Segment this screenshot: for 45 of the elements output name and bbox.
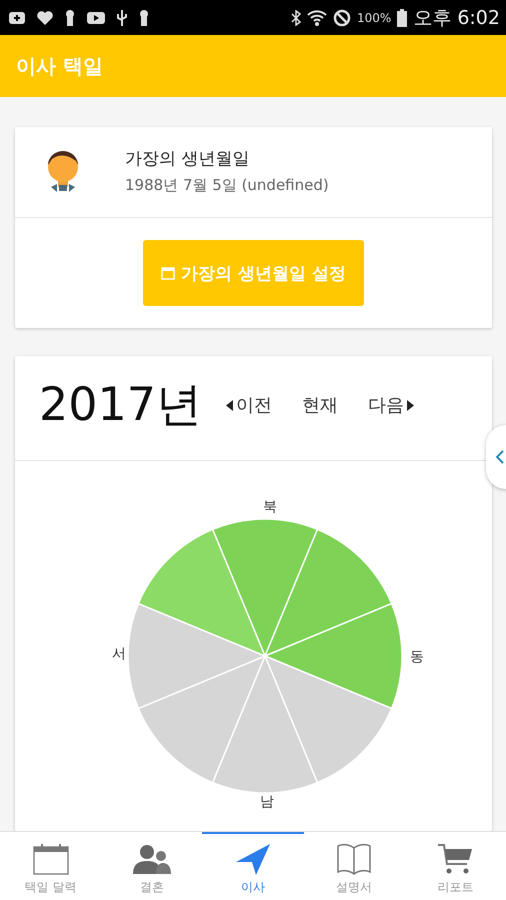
blocked-icon [332, 8, 351, 26]
profile-title: 가장의 생년월일 [125, 148, 250, 170]
notification-icon [8, 10, 26, 24]
year-nav-link[interactable]: 다음 [368, 393, 414, 417]
direction-label: 남 [260, 794, 274, 810]
triangle-left-icon [226, 400, 234, 410]
nav-tab[interactable]: 리포트 [404, 832, 506, 900]
direction-label: 서 [112, 646, 126, 662]
keyhole-icon [64, 8, 76, 26]
play-icon [86, 10, 106, 24]
pie-sector[interactable] [212, 655, 318, 794]
pie-sector[interactable] [264, 602, 403, 710]
nav-tab[interactable]: 택일 달력 [0, 832, 102, 900]
year-nav-link[interactable]: 이전 [226, 393, 272, 417]
nav-tab[interactable]: 결혼 [101, 832, 202, 900]
nav-tab[interactable]: 이사 [202, 832, 304, 900]
direction-label: 동 [410, 649, 424, 665]
pie-sector[interactable] [264, 655, 392, 784]
bluetooth-icon [290, 10, 301, 26]
birth-date: 1988년 7월 5일 (undefined) [125, 176, 329, 195]
chevron-left-icon [496, 450, 504, 464]
pie-sector[interactable] [127, 602, 266, 710]
people-icon [132, 843, 172, 875]
calendar-icon [161, 266, 176, 280]
app-title: 이사 택일 [16, 52, 103, 80]
pie-sector[interactable] [138, 655, 266, 784]
wifi-icon [306, 8, 327, 26]
pie-sector[interactable] [264, 528, 392, 657]
year-nav-link[interactable]: 현재 [302, 393, 338, 417]
direction-label: 북 [263, 499, 277, 515]
battery-level: 100% [356, 10, 392, 24]
triangle-right-icon [407, 400, 414, 410]
battery-icon [397, 8, 408, 26]
keyhole-icon [138, 8, 150, 26]
clock: 오후 6:02 [413, 6, 500, 30]
pie-sector[interactable] [138, 528, 266, 657]
book-icon [336, 843, 372, 875]
usb-icon [116, 8, 128, 26]
year-title: 2017년 [39, 376, 202, 433]
calendar-icon [32, 843, 69, 875]
heart-icon [36, 10, 54, 26]
cart-icon [437, 843, 474, 875]
navigation-arrow-icon [235, 843, 271, 875]
nav-tab[interactable]: 설명서 [304, 832, 405, 900]
set-birthdate-button[interactable]: 가장의 생년월일 설정 [143, 240, 364, 306]
